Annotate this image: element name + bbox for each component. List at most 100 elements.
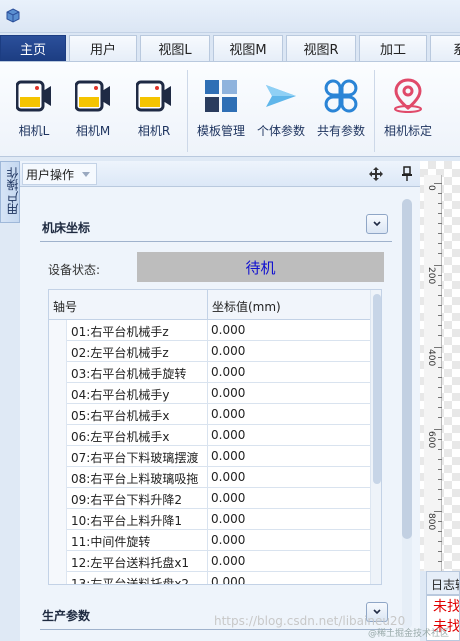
ruler-minor-tick xyxy=(438,213,442,214)
table-row[interactable]: 11:中间件旋转 0.000 xyxy=(49,530,381,551)
ruler-minor-tick xyxy=(438,469,442,470)
template-manage-button[interactable]: 模板管理 xyxy=(191,76,251,146)
table-row[interactable]: 04:右平台机械手y 0.000 xyxy=(49,383,381,404)
send-arrow-icon xyxy=(266,85,296,107)
ruler-minor-tick xyxy=(438,397,442,398)
table-row[interactable]: 10:右平台上料升降1 0.000 xyxy=(49,509,381,530)
ruler-minor-tick xyxy=(438,439,442,440)
coordinate-value-cell: 0.000 xyxy=(211,512,246,526)
coordinate-value-cell: 0.000 xyxy=(211,386,246,400)
ruler-minor-tick xyxy=(438,315,442,316)
row-gutter xyxy=(49,341,67,362)
coordinate-value-cell: 0.000 xyxy=(211,470,246,484)
move-icon[interactable] xyxy=(369,167,383,181)
camera-l-button[interactable]: 相机L xyxy=(4,76,64,146)
panel-dropdown-label: 用户操作 xyxy=(26,167,75,182)
panel-scrollbar[interactable] xyxy=(402,199,412,629)
ruler-tick-label: 200 xyxy=(426,267,436,285)
camera-icon xyxy=(75,80,110,112)
side-tab-label: 用户操作 xyxy=(6,167,20,215)
device-status-label: 设备状态: xyxy=(48,263,101,277)
shared-params-label: 共有参数 xyxy=(316,124,365,138)
camera-m-button[interactable]: 相机M xyxy=(63,76,123,146)
side-tab-user-operation[interactable]: 用户操作 xyxy=(0,161,20,223)
table-row[interactable]: 08:右平台上料玻璃吸拖 0.000 xyxy=(49,467,381,488)
tab-view-m[interactable]: 视图M xyxy=(213,35,283,61)
row-gutter xyxy=(49,383,67,404)
ruler-tick-label: 400 xyxy=(426,349,436,367)
row-gutter xyxy=(49,404,67,425)
table-row[interactable]: 09:右平台下料升降2 0.000 xyxy=(49,488,381,509)
machine-coord-title: 机床坐标 xyxy=(42,221,91,235)
table-row[interactable]: 07:右平台下料玻璃摆渡 0.000 xyxy=(49,446,381,467)
row-gutter xyxy=(49,425,67,446)
tab-view-l[interactable]: 视图L xyxy=(140,35,210,61)
coordinate-value-cell: 0.000 xyxy=(211,365,246,379)
ruler-tick xyxy=(434,429,442,430)
log-tab[interactable]: 日志输 xyxy=(426,571,460,595)
column-header-axis[interactable]: 轴号 xyxy=(53,298,77,315)
table-row[interactable]: 02:左平台机械手z 0.000 xyxy=(49,341,381,362)
ruler-minor-tick xyxy=(438,253,442,254)
production-params-title: 生产参数 xyxy=(42,609,91,623)
camera-icon xyxy=(16,80,51,112)
camera-calibration-button[interactable]: 相机标定 xyxy=(378,76,438,146)
ruler-minor-tick xyxy=(438,551,442,552)
table-row[interactable]: 13:左平台送料托盘x2 0.000 xyxy=(49,572,381,585)
table-row[interactable]: 01:右平台机械手z 0.000 xyxy=(49,320,381,341)
machine-coord-collapse-button[interactable] xyxy=(366,214,388,234)
camera-r-button[interactable]: 相机R xyxy=(124,76,184,146)
ruler-minor-tick xyxy=(438,459,442,460)
ruler-minor-tick xyxy=(438,417,442,418)
ruler-minor-tick xyxy=(438,275,442,276)
coordinate-value-cell: 0.000 xyxy=(211,575,246,585)
axis-name-cell: 07:右平台下料玻璃摆渡 xyxy=(71,451,199,465)
log-line: 未找 xyxy=(433,599,460,615)
coordinate-value-cell: 0.000 xyxy=(211,554,246,568)
user-operation-panel: 机床坐标 设备状态: 待机 轴号 坐标值(mm) 01:右平台机械手z 0.000… xyxy=(20,187,420,641)
column-header-value[interactable]: 坐标值(mm) xyxy=(212,298,281,315)
axis-name-cell: 08:右平台上料玻璃吸拖 xyxy=(71,472,199,486)
row-gutter xyxy=(49,530,67,551)
ruler-minor-tick xyxy=(438,377,442,378)
group-divider xyxy=(40,241,392,242)
individual-params-label: 个体参数 xyxy=(256,124,305,138)
vertical-ruler: 0 200 400 600 800 xyxy=(424,175,442,582)
ruler-minor-tick xyxy=(438,387,442,388)
coordinate-value-cell: 0.000 xyxy=(211,344,246,358)
tab-view-r[interactable]: 视图R xyxy=(286,35,356,61)
axis-name-cell: 12:左平台送料托盘x1 xyxy=(71,556,190,570)
ruler-minor-tick xyxy=(438,521,442,522)
shared-params-button[interactable]: 共有参数 xyxy=(311,76,371,146)
ruler-tick-label: 600 xyxy=(426,431,436,449)
axis-name-cell: 09:右平台下料升降2 xyxy=(71,493,182,507)
coordinate-value-cell: 0.000 xyxy=(211,407,246,421)
ruler-tick xyxy=(434,511,442,512)
tab-system[interactable]: 系 xyxy=(430,35,460,61)
tab-home[interactable]: 主页 xyxy=(0,35,66,61)
table-row[interactable]: 12:左平台送料托盘x1 0.000 xyxy=(49,551,381,572)
ruler-minor-tick xyxy=(438,541,442,542)
cube-app-icon xyxy=(6,8,20,23)
row-gutter xyxy=(49,362,67,383)
table-row[interactable]: 03:右平台机械手旋转 0.000 xyxy=(49,362,381,383)
table-row[interactable]: 06:左平台机械手x 0.000 xyxy=(49,425,381,446)
pin-icon[interactable] xyxy=(401,166,413,182)
panel-dropdown[interactable]: 用户操作 xyxy=(22,163,98,185)
tab-user[interactable]: 用户 xyxy=(69,35,137,61)
group-divider xyxy=(40,629,392,630)
axis-coordinate-table: 轴号 坐标值(mm) 01:右平台机械手z 0.000 02:左平台机械手z 0.00… xyxy=(48,289,382,585)
device-status-value: 待机 xyxy=(137,252,384,282)
table-scrollbar[interactable] xyxy=(370,290,381,584)
axis-name-cell: 04:右平台机械手y xyxy=(71,388,170,402)
camera-m-label: 相机M xyxy=(75,124,111,138)
chevron-down-icon xyxy=(373,221,381,227)
ruler-minor-tick xyxy=(438,531,442,532)
table-row[interactable]: 05:右平台机械手x 0.000 xyxy=(49,404,381,425)
camera-icon xyxy=(136,80,171,112)
table-header: 轴号 坐标值(mm) xyxy=(49,290,381,320)
watermark-secondary: @稀土掘金技术社区 xyxy=(368,629,450,639)
tab-process[interactable]: 加工 xyxy=(359,35,427,61)
ribbon-separator xyxy=(187,70,188,152)
individual-params-button[interactable]: 个体参数 xyxy=(251,76,311,146)
